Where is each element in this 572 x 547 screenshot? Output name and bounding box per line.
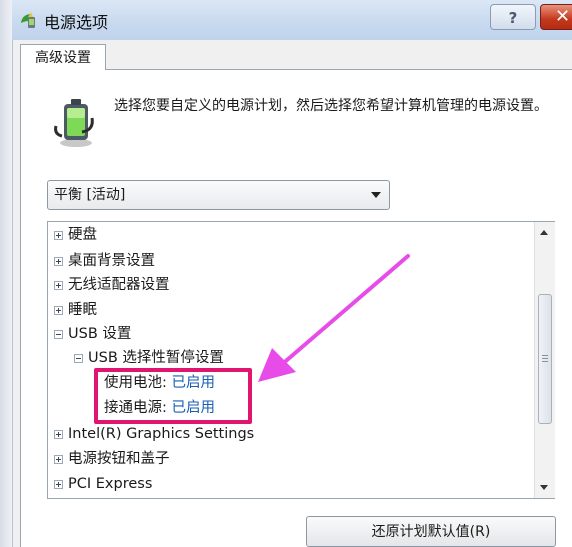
close-button[interactable]: ✕ [540, 4, 572, 30]
expand-icon[interactable] [54, 480, 63, 489]
tab-advanced-settings[interactable]: 高级设置 [20, 44, 106, 70]
tree-item-pci-express[interactable]: PCI Express [54, 473, 152, 495]
title-bar: 电源选项 ? ✕ [12, 0, 572, 40]
scroll-down-icon[interactable] [540, 485, 548, 490]
power-plan-selected: 平衡 [活动] [54, 187, 126, 203]
tree-item-label: 硬盘 [68, 227, 97, 243]
tree-item-label: 睡眠 [68, 302, 97, 318]
tree-item-intel-graphics[interactable]: Intel(R) Graphics Settings [54, 423, 254, 445]
help-button[interactable]: ? [490, 4, 536, 30]
tree-item-hard-disk[interactable]: 硬盘 [54, 224, 97, 246]
background-window-edge [0, 0, 13, 547]
tree-item-label: USB 设置 [68, 326, 132, 342]
tree-item-label: 电源按钮和盖子 [68, 451, 170, 467]
expand-icon[interactable] [54, 281, 63, 290]
restore-defaults-button[interactable]: 还原计划默认值(R) [306, 516, 556, 547]
scroll-up-icon[interactable] [540, 230, 548, 235]
grip-icon [542, 355, 548, 356]
power-options-icon [21, 12, 35, 28]
tree-item-power-buttons-lid[interactable]: 电源按钮和盖子 [54, 448, 170, 470]
expand-icon[interactable] [54, 257, 63, 266]
annotation-arrow-icon [258, 254, 410, 382]
window-title: 电源选项 [44, 13, 109, 32]
tree-item-sleep[interactable]: 睡眠 [54, 299, 97, 321]
tree-item-usb-selective-suspend[interactable]: USB 选择性暂停设置 [74, 347, 224, 369]
tree-item-label: 桌面背景设置 [68, 253, 155, 269]
expand-icon[interactable] [54, 430, 63, 439]
battery-plug-icon [54, 99, 94, 147]
tree-item-label: PCI Express [68, 476, 153, 492]
tree-item-label: USB 选择性暂停设置 [88, 350, 224, 366]
tree-item-label: Intel(R) Graphics Settings [68, 426, 255, 442]
annotation-highlight-box [94, 368, 252, 424]
expand-icon[interactable] [54, 306, 63, 315]
scrollbar-thumb[interactable] [538, 294, 552, 424]
chevron-down-icon [371, 192, 381, 198]
tree-item-label: 无线适配器设置 [68, 277, 170, 293]
tree-item-wireless-adapter[interactable]: 无线适配器设置 [54, 274, 170, 296]
expand-icon[interactable] [54, 231, 63, 240]
collapse-icon[interactable] [54, 330, 63, 339]
tree-item-usb-settings[interactable]: USB 设置 [54, 323, 131, 345]
tree-item-desktop-background[interactable]: 桌面背景设置 [54, 250, 155, 272]
description-text: 选择您要自定义的电源计划，然后选择您希望计算机管理的电源设置。 [114, 98, 548, 114]
power-plan-select[interactable]: 平衡 [活动] [47, 180, 390, 210]
expand-icon[interactable] [54, 455, 63, 464]
collapse-icon[interactable] [74, 354, 83, 363]
tree-scrollbar[interactable] [534, 222, 555, 498]
